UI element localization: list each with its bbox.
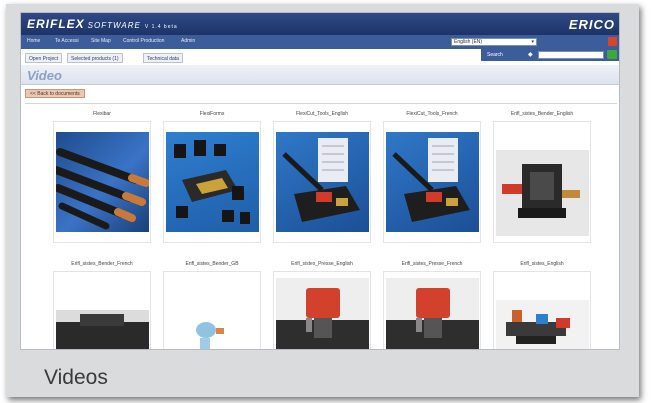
bender-gb-thumbnail[interactable] [166,312,259,349]
back-to-documents-button[interactable]: << Back to documents [25,89,85,98]
logo-suffix: SOFTWARE [87,21,141,30]
presse-english-thumbnail[interactable] [276,278,369,349]
flexibar-thumbnail[interactable] [56,132,149,232]
video-title: Erifl_sistes_Bender_French [71,261,133,267]
search-input[interactable] [538,51,604,59]
close-button[interactable] [608,37,617,46]
slide-frame: ERIFLEX SOFTWARE V 1.4 beta ERICO Home Te … [0,0,651,403]
brand-logo[interactable]: ERICO [569,17,615,32]
video-title: Erifl_sistes_English [520,261,564,267]
logo-text: ERIFLEX [27,17,85,31]
nav-item-home[interactable]: Home [27,38,40,44]
video-thumbnail-frame[interactable] [493,271,591,349]
app-header: ERIFLEX SOFTWARE V 1.4 beta ERICO [21,13,619,35]
flexiforms-thumbnail[interactable] [166,132,259,232]
screenshot-card: ERIFLEX SOFTWARE V 1.4 beta ERICO Home Te … [6,4,639,397]
video-thumbnail-frame[interactable] [163,121,261,243]
slide-caption: Videos [44,366,108,389]
video-thumbnail-frame[interactable] [53,271,151,349]
tab-technical-data[interactable]: Technical data [143,53,183,63]
app-version: V 1.4 beta [144,24,178,30]
nav-item-control-production[interactable]: Control Production [123,38,164,44]
title-band [21,65,619,85]
video-title: FlexiForms [199,111,225,117]
search-go-button[interactable] [607,50,617,59]
language-select[interactable]: English (EN) ▾ [451,38,537,46]
video-thumbnail-frame[interactable] [163,271,261,349]
video-title: Erifl_sistes_Presse_English [291,261,353,267]
page-title: Video [27,68,62,83]
video-thumbnail-frame[interactable] [273,121,371,243]
sistes-english-thumbnail[interactable] [496,300,589,349]
tab-open-project[interactable]: Open Project [25,53,63,63]
app-screenshot: ERIFLEX SOFTWARE V 1.4 beta ERICO Home Te … [20,12,620,350]
video-thumbnail-frame[interactable] [273,271,371,349]
flexicut-tools-english-thumbnail[interactable] [276,132,369,232]
nav-item-admin[interactable]: Admin [181,38,195,44]
video-title: Erifl_sistes_Presse_French [401,261,463,267]
video-title: Erifl_sistes_Bender_GB [185,261,239,267]
nav-item-accessi[interactable]: Te Accessi [55,38,79,44]
tab-selected-products[interactable]: Selected products (1) [67,53,123,63]
video-thumbnail-frame[interactable] [383,271,481,349]
video-title: FlexiCut_Tools_English [296,111,348,117]
chevron-down-icon: ▾ [531,39,534,45]
language-select-value: English (EN) [454,39,483,45]
divider [25,103,617,104]
flexicut-tools-french-thumbnail[interactable] [386,132,479,232]
bender-french-thumbnail[interactable] [56,310,149,349]
video-title: FlexiCut_Tools_French [406,111,458,117]
video-thumbnail-frame[interactable] [383,121,481,243]
video-thumbnail-frame[interactable] [493,121,591,243]
video-title: Flexibar [93,111,111,117]
app-logo[interactable]: ERIFLEX SOFTWARE V 1.4 beta [27,17,178,31]
presse-french-thumbnail[interactable] [386,278,479,349]
video-title: Erifl_sistes_Bender_English [510,111,574,117]
search-icon: ◆ [528,52,533,58]
nav-item-site-map[interactable]: Site Map [91,38,111,44]
search-label: Search [487,52,503,58]
video-thumbnail-frame[interactable] [53,121,151,243]
bender-english-thumbnail[interactable] [496,150,589,236]
